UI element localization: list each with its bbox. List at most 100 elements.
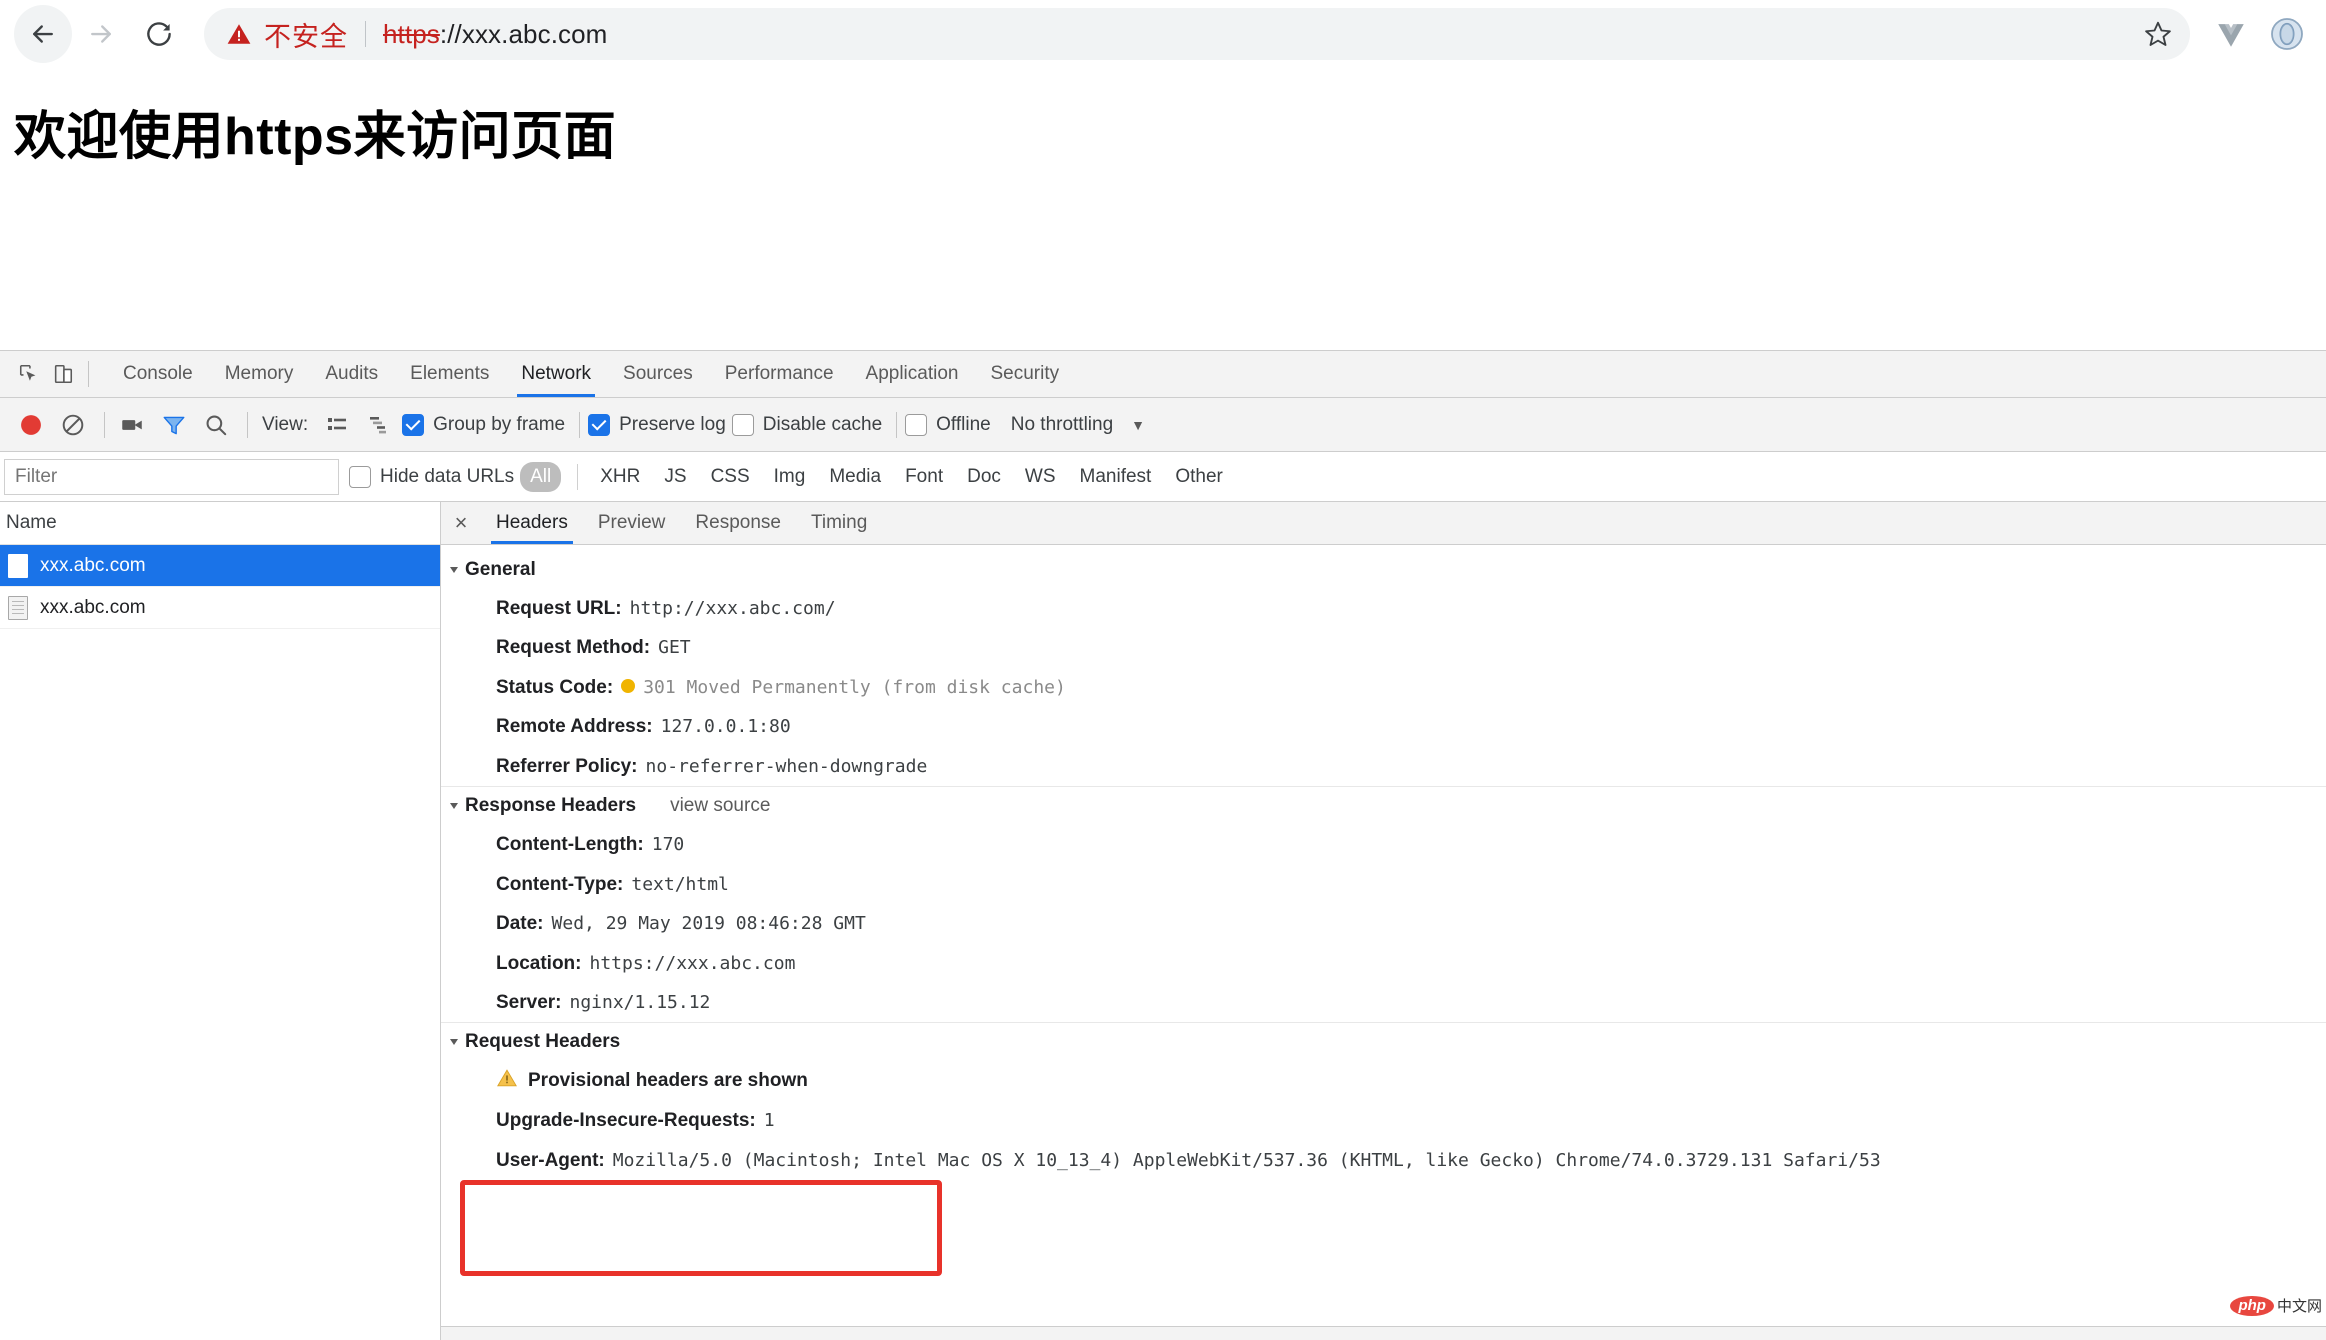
disable-cache-checkbox[interactable]: Disable cache [731,413,882,436]
throttling-select[interactable]: No throttling [1011,414,1113,436]
address-bar[interactable]: 不安全 https://xxx.abc.com [204,8,2190,60]
table-row[interactable]: xxx.abc.com [0,545,440,587]
group-by-frame-checkbox[interactable]: Group by frame [402,413,566,436]
type-filter-js[interactable]: JS [654,462,696,492]
request-name: xxx.abc.com [40,596,146,618]
toolbar-divider [896,411,898,438]
tab-network[interactable]: Network [505,351,607,397]
type-filter-img[interactable]: Img [764,462,816,492]
network-body: Name xxx.abc.com xxx.abc.com × Headers P… [0,502,2326,1340]
bookmark-star-icon[interactable] [2136,12,2180,56]
header-value: 170 [651,834,685,856]
header-value: Wed, 29 May 2019 08:46:28 GMT [551,913,866,935]
browser-toolbar: 不安全 https://xxx.abc.com [0,0,2326,68]
tab-label: Performance [724,363,834,384]
clear-button-icon[interactable] [54,406,92,444]
checkbox-box [349,465,371,488]
section-request-headers[interactable]: Request Headers [441,1022,2326,1061]
page-viewport: 欢迎使用https来访问页面 [0,68,2326,350]
waterfall-view-icon[interactable] [360,406,398,444]
tab-sources[interactable]: Sources [607,351,709,397]
tab-label: Sources [623,363,693,384]
checkbox-label: Group by frame [433,413,566,435]
view-label: View: [262,413,309,435]
device-toolbar-icon[interactable] [46,357,80,391]
section-general[interactable]: General [441,551,2326,589]
vue-devtools-icon[interactable] [2206,9,2256,59]
network-filterbar: Hide data URLs All XHR JS CSS Img Media … [0,452,2326,502]
offline-checkbox[interactable]: Offline [905,413,991,436]
section-response-headers[interactable]: Response Headers view source [441,786,2326,825]
tab-label: Preview [597,512,666,533]
profile-icon[interactable] [2262,9,2312,59]
type-filter-ws[interactable]: WS [1015,462,1066,492]
header-key: Content-Type: [496,873,624,895]
forward-button[interactable] [72,5,130,63]
filter-input[interactable] [4,458,339,495]
header-key: User-Agent: [496,1149,605,1171]
type-filter-font[interactable]: Font [895,462,953,492]
header-row-date: Date: Wed, 29 May 2019 08:46:28 GMT [441,904,2326,943]
checkbox-box [402,413,425,436]
type-filter-all[interactable]: All [520,461,562,492]
watermark-text: 中文网 [2276,1298,2322,1315]
type-filter-manifest[interactable]: Manifest [1070,462,1162,492]
request-detail-pane: × Headers Preview Response Timing Genera… [441,502,2326,1340]
type-filter-css[interactable]: CSS [701,462,760,492]
url-text[interactable]: https://xxx.abc.com [383,19,607,50]
header-key: Date: [496,913,544,935]
request-name: xxx.abc.com [40,554,146,576]
record-button-icon[interactable] [12,406,50,444]
search-icon[interactable] [197,406,235,444]
tab-label: Response [695,512,781,533]
toolbar-divider [247,411,248,438]
reload-button[interactable] [130,5,188,63]
tab-elements[interactable]: Elements [394,351,505,397]
type-filter-other[interactable]: Other [1165,462,1233,492]
chevron-down-icon[interactable]: ▼ [1131,417,1145,433]
header-value: text/html [631,873,729,895]
status-badge-icon [621,678,636,693]
tab-label: Timing [810,512,868,533]
tab-label: Console [123,363,193,384]
checkbox-box [731,413,754,436]
type-filter-media[interactable]: Media [819,462,891,492]
header-value: no-referrer-when-downgrade [645,755,928,777]
tab-audits[interactable]: Audits [309,351,394,397]
column-header-name: Name [6,512,57,533]
inspect-element-icon[interactable] [12,357,46,391]
tab-console[interactable]: Console [107,351,209,397]
header-row-status-code: Status Code: 301 Moved Permanently (from… [441,668,2326,707]
tab-label: Security [990,363,1060,384]
tab-preview[interactable]: Preview [583,502,681,544]
tab-performance[interactable]: Performance [709,351,850,397]
request-list-header[interactable]: Name [0,502,440,545]
tab-headers[interactable]: Headers [481,502,583,544]
hide-data-urls-checkbox[interactable]: Hide data URLs [349,465,514,488]
back-button[interactable] [14,5,72,63]
list-view-icon[interactable] [318,406,356,444]
tab-timing[interactable]: Timing [796,502,882,544]
filter-funnel-icon[interactable] [155,406,193,444]
close-icon[interactable]: × [441,502,481,544]
tab-application[interactable]: Application [850,351,975,397]
tab-memory[interactable]: Memory [209,351,310,397]
not-secure-label[interactable]: 不安全 [264,15,348,54]
header-value: https://xxx.abc.com [589,952,796,974]
url-scheme: https [383,18,440,49]
preserve-log-checkbox[interactable]: Preserve log [588,413,726,436]
tab-security[interactable]: Security [974,351,1075,397]
table-row[interactable]: xxx.abc.com [0,587,440,629]
screenshot-camera-icon[interactable] [113,406,151,444]
devtools-tool-icons [0,351,107,397]
checkbox-label: Offline [936,413,991,435]
header-key: Remote Address: [496,716,653,738]
not-secure-warning-icon [226,21,252,47]
type-filter-xhr[interactable]: XHR [590,462,650,492]
tab-response[interactable]: Response [680,502,796,544]
checkbox-box [588,413,611,436]
toolbar-divider [88,361,89,387]
type-filter-doc[interactable]: Doc [957,462,1011,492]
view-source-link[interactable]: view source [670,795,770,817]
header-key: Request Method: [496,637,651,659]
